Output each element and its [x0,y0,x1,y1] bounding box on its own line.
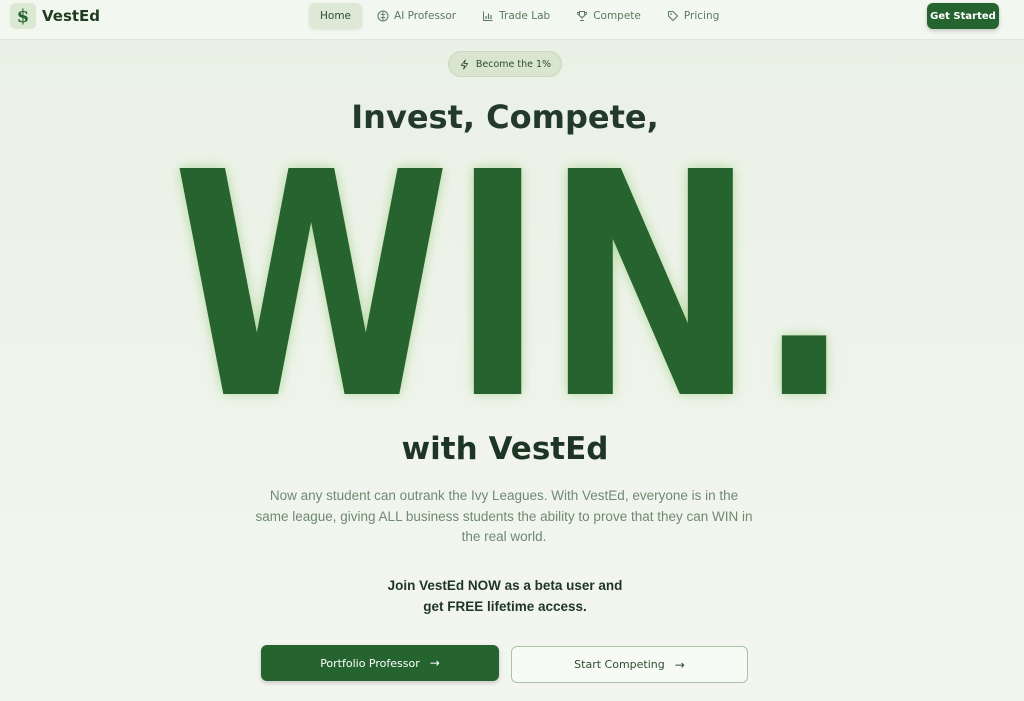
nav-item-ai-professor[interactable]: AI Professor [366,3,467,29]
bar-chart-icon [483,11,493,21]
top-navbar: $ VestEd Home AI Professor Trade Lab Com… [0,0,1024,40]
nav-item-label: AI Professor [394,10,457,22]
nav-item-trade-lab[interactable]: Trade Lab [471,3,561,29]
tag-icon [667,11,679,22]
arrow-right-icon: → [429,656,440,670]
badge-label: Become the 1% [475,58,552,70]
beta-callout: Join VestEd NOW as a beta user and get F… [330,576,680,617]
nav-item-home[interactable]: Home [309,3,363,29]
brand[interactable]: $ VestEd [10,3,100,29]
dollar-logo-icon: $ [10,3,36,29]
trophy-icon [577,11,588,21]
start-competing-button[interactable]: Start Competing → [511,646,748,683]
nav-item-label: Home [320,10,352,22]
beta-callout-line: get FREE lifetime access. [423,598,587,614]
button-label: Portfolio Professor [320,656,420,670]
arrow-right-icon: → [674,657,685,672]
nav-item-label: Compete [593,10,641,22]
hero-headline: Invest, Compete, [351,98,659,136]
lightning-icon [460,59,469,69]
become-badge[interactable]: Become the 1% [448,51,562,77]
portfolio-professor-button[interactable]: Portfolio Professor → [261,645,499,681]
hero-description: Now any student can outrank the Ivy Leag… [255,488,753,544]
hero-win-text: WIN. [172,150,852,420]
hero-big-word: WIN. [172,150,852,420]
get-started-button[interactable]: Get Started [927,3,999,29]
nav-item-label: Trade Lab [499,10,551,22]
nav-item-pricing[interactable]: Pricing [656,3,730,29]
nav-item-compete[interactable]: Compete [565,3,652,29]
nav-item-label: Pricing [683,10,720,22]
nav-links: Home AI Professor Trade Lab Compete Pric… [309,3,734,29]
hero-subhead: with VestEd [401,431,609,467]
brand-name: VestEd [42,7,101,25]
beta-callout-line: Join VestEd NOW as a beta user and [387,578,623,593]
brain-icon [377,10,389,22]
button-label: Start Competing [574,658,665,671]
